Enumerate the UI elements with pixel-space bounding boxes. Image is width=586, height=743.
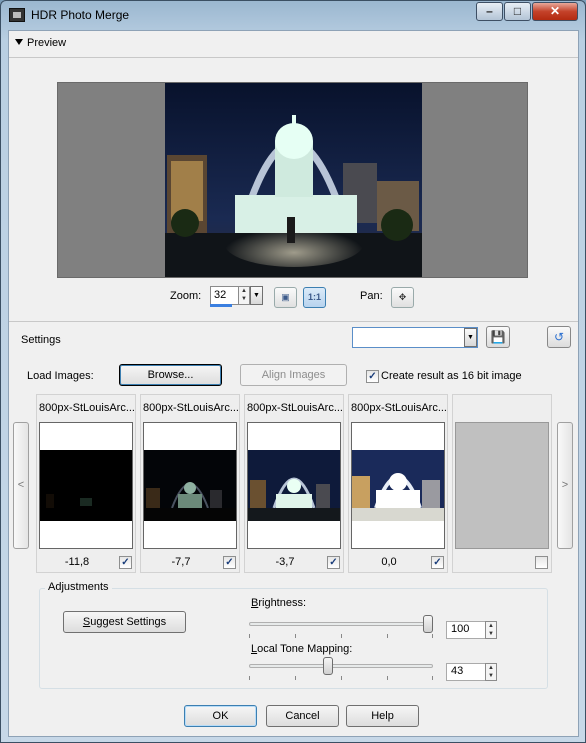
spin-up-icon[interactable]: ▲: [486, 664, 496, 672]
load-images-label: Load Images:: [27, 370, 94, 382]
thumbnail-frame: [351, 422, 445, 549]
minimize-button[interactable]: –: [476, 2, 503, 21]
brightness-track[interactable]: [249, 622, 433, 626]
pan-label: Pan:: [360, 290, 383, 302]
settings-label: Settings: [21, 334, 61, 346]
image-include-checkbox[interactable]: ✓: [431, 556, 444, 569]
thumbnail-image: [40, 450, 132, 521]
spin-down-icon[interactable]: ▼: [239, 295, 249, 303]
thumbnail-frame: [247, 422, 341, 549]
exposure-value: -3,7: [275, 556, 295, 568]
empty-slot-checkbox[interactable]: [535, 556, 548, 569]
spin-up-icon[interactable]: ▲: [486, 622, 496, 630]
zoom-spinner[interactable]: ▲ ▼: [238, 286, 250, 305]
divider: [9, 57, 578, 58]
scroll-right-button[interactable]: >: [557, 422, 573, 549]
preview-area[interactable]: [57, 82, 528, 278]
actual-size-button[interactable]: 1:1: [303, 287, 326, 308]
fit-zoom-button[interactable]: ▣: [274, 287, 297, 308]
image-include-checkbox[interactable]: ✓: [223, 556, 236, 569]
zoom-dropdown-button[interactable]: ▼: [250, 286, 263, 305]
image-include-checkbox[interactable]: ✓: [327, 556, 340, 569]
cancel-button[interactable]: Cancel: [266, 705, 339, 727]
local-tone-ticks: [249, 676, 433, 680]
zoom-label: Zoom:: [170, 290, 202, 302]
adjustments-label: Adjustments: [45, 581, 112, 593]
thumbnail-image: [352, 450, 444, 521]
exposure-value: -11,8: [64, 556, 90, 568]
exposure-value: 0,0: [381, 556, 397, 568]
suggest-settings-button[interactable]: Suggest Settings: [63, 611, 186, 633]
zoom-indicator: [210, 304, 232, 307]
image-include-checkbox[interactable]: ✓: [119, 556, 132, 569]
image-thumbnail[interactable]: 800px-StLouisArc... -3,7 ✓: [244, 394, 344, 573]
preview-image: [165, 83, 422, 277]
image-name: 800px-StLouisArc...: [247, 402, 343, 414]
brightness-label: Brightness:: [251, 597, 307, 609]
thumbnail-frame: [39, 422, 133, 549]
dialog-client: Preview Zoom: 32 ▲ ▼ ▼ ▣ 1:1 Pan: ✥ Sett…: [8, 30, 579, 737]
local-tone-mapping-label: Local Tone Mapping:: [251, 643, 353, 655]
empty-image-slot[interactable]: [452, 394, 552, 573]
help-button[interactable]: Help: [346, 705, 419, 727]
image-name: 800px-StLouisArc...: [39, 402, 135, 414]
sixteen-bit-label: Create result as 16 bit image: [381, 370, 522, 382]
brightness-slider-thumb[interactable]: [423, 615, 433, 633]
reset-icon[interactable]: ↺: [547, 326, 571, 348]
app-icon: [9, 8, 25, 22]
save-preset-icon[interactable]: 💾: [486, 326, 510, 348]
collapse-triangle-icon: [15, 39, 23, 45]
settings-dropdown-button[interactable]: ▼: [464, 328, 477, 347]
sixteen-bit-checkbox[interactable]: ✓: [366, 370, 379, 383]
hdr-photo-merge-window: HDR Photo Merge – □ ✕ Preview Zoom: 32 ▲…: [0, 0, 586, 743]
pan-icon[interactable]: ✥: [391, 287, 414, 308]
divider: [9, 321, 578, 322]
maximize-button[interactable]: □: [504, 2, 531, 21]
browse-button[interactable]: Browse...: [119, 364, 222, 386]
spin-up-icon[interactable]: ▲: [239, 287, 249, 295]
brightness-input[interactable]: 100: [446, 621, 486, 639]
preview-toggle[interactable]: Preview: [15, 37, 66, 53]
close-button[interactable]: ✕: [532, 2, 578, 21]
image-thumbnail[interactable]: 800px-StLouisArc... -7,7 ✓: [140, 394, 240, 573]
title-bar[interactable]: HDR Photo Merge – □ ✕: [1, 1, 585, 29]
local-tone-input[interactable]: 43: [446, 663, 486, 681]
spin-down-icon[interactable]: ▼: [486, 630, 496, 638]
local-tone-spinner[interactable]: ▲ ▼: [485, 663, 497, 681]
image-name: 800px-StLouisArc...: [143, 402, 239, 414]
image-thumbnail[interactable]: 800px-StLouisArc... 0,0 ✓: [348, 394, 448, 573]
thumbnail-image: [144, 450, 236, 521]
exposure-value: -7,7: [171, 556, 191, 568]
spin-down-icon[interactable]: ▼: [486, 672, 496, 680]
image-thumbnail[interactable]: 800px-StLouisArc... -11,8 ✓: [36, 394, 136, 573]
align-images-button[interactable]: Align Images: [240, 364, 347, 386]
image-name: 800px-StLouisArc...: [351, 402, 447, 414]
ok-button[interactable]: OK: [184, 705, 257, 727]
window-title: HDR Photo Merge: [31, 8, 130, 22]
brightness-spinner[interactable]: ▲ ▼: [485, 621, 497, 639]
brightness-ticks: [249, 634, 433, 638]
scroll-left-button[interactable]: <: [13, 422, 29, 549]
empty-thumbnail-frame: [455, 422, 549, 549]
settings-preset-combo[interactable]: [352, 327, 478, 348]
local-tone-slider-thumb[interactable]: [323, 657, 333, 675]
preview-section-label: Preview: [27, 37, 67, 49]
thumbnail-image: [248, 450, 340, 521]
thumbnail-frame: [143, 422, 237, 549]
local-tone-track[interactable]: [249, 664, 433, 668]
